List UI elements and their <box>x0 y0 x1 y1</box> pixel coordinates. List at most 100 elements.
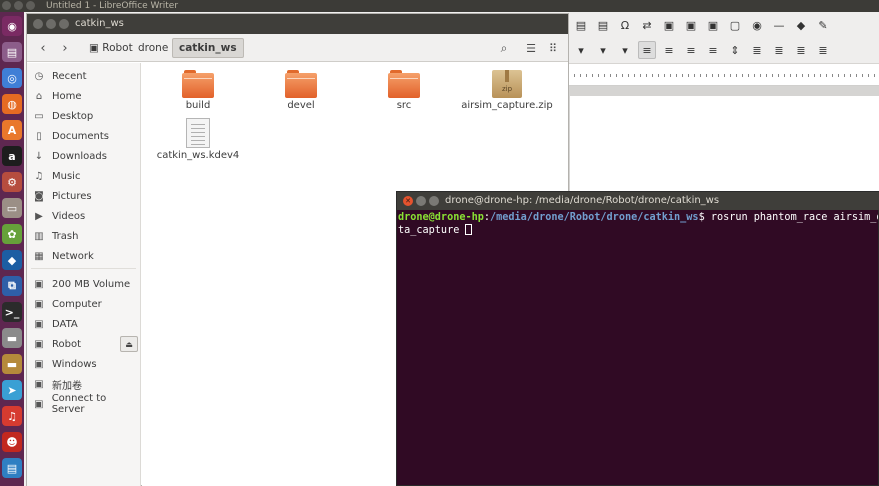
drive-icon: ▣ <box>34 338 44 350</box>
maximize-icon[interactable] <box>26 1 35 10</box>
toolbar-button-icon[interactable]: ▣ <box>704 16 722 34</box>
file-item[interactable]: zip airsim_capture.zip <box>457 70 557 111</box>
sidebar-item[interactable]: ▦ Network <box>27 246 140 266</box>
qq-icon[interactable]: ☻ <box>2 432 22 452</box>
folder-icon <box>388 70 420 98</box>
home-icon: ⌂ <box>35 90 43 102</box>
toolbar-button-icon[interactable]: — <box>770 16 788 34</box>
toolbar-button-icon[interactable]: ≣ <box>770 41 788 59</box>
toolbar-button-icon[interactable]: ≡ <box>682 41 700 59</box>
terminal-icon[interactable]: >_ <box>2 302 22 322</box>
sidebar-item[interactable]: ▣ Windows <box>27 354 140 374</box>
amazon-icon[interactable]: a <box>2 146 22 166</box>
ruler <box>568 64 879 86</box>
settings-icon[interactable]: ⚙ <box>2 172 22 192</box>
netease-music-icon[interactable]: ♫ <box>2 406 22 426</box>
minimize-icon[interactable] <box>416 196 426 206</box>
gimp-icon[interactable]: ✿ <box>2 224 22 244</box>
sidebar-item[interactable]: ▣ Computer <box>27 294 140 314</box>
back-icon[interactable]: ‹ <box>33 38 53 58</box>
sidebar-item[interactable]: ▣ 200 MB Volume <box>27 274 140 294</box>
sidebar-item[interactable]: ◙ Pictures <box>27 186 140 206</box>
drive-usb-icon[interactable]: ▬ <box>2 354 22 374</box>
minimize-icon[interactable] <box>46 19 56 29</box>
dash-icon[interactable]: ◉ <box>2 16 22 36</box>
minimize-icon[interactable] <box>14 1 23 10</box>
sidebar-item[interactable]: ▥ Trash <box>27 226 140 246</box>
sidebar-item[interactable]: ▣ 新加卷 <box>27 374 140 394</box>
toolbar-button-icon[interactable]: ▢ <box>726 16 744 34</box>
folder-icon <box>285 70 317 98</box>
toolbar-button-icon[interactable]: ≡ <box>704 41 722 59</box>
drive-icon[interactable]: ▬ <box>2 328 22 348</box>
document-icon <box>186 118 210 148</box>
files-icon[interactable]: ▤ <box>2 42 22 62</box>
file-item[interactable]: catkin_ws.kdev4 <box>148 118 248 161</box>
sidebar-item-label: Trash <box>52 230 79 242</box>
breadcrumb-robot[interactable]: ▣ Robot <box>83 38 139 58</box>
top-panel-title: Untitled 1 - LibreOffice Writer <box>46 1 179 11</box>
maximize-icon[interactable] <box>429 196 439 206</box>
terminal-output[interactable]: drone@drone-hp:/media/drone/Robot/drone/… <box>398 211 878 237</box>
terminal-window: ✕ drone@drone-hp: /media/drone/Robot/dro… <box>396 191 879 486</box>
sidebar-item-label: Computer <box>52 298 102 310</box>
close-icon[interactable]: ✕ <box>403 196 413 206</box>
eject-icon[interactable]: ⏏ <box>120 336 138 352</box>
breadcrumb-catkin-ws[interactable]: catkin_ws <box>172 38 244 58</box>
list-view-icon[interactable]: ☰ <box>521 38 541 58</box>
sidebar-item[interactable]: ▣ DATA <box>27 314 140 334</box>
toolbar-button-icon[interactable]: ▣ <box>682 16 700 34</box>
toolbar-button-icon[interactable]: ▣ <box>660 16 678 34</box>
toolbar-button-icon[interactable]: ▾ <box>616 41 634 59</box>
close-icon[interactable] <box>33 19 43 29</box>
sidebar-item[interactable]: ♫ Music <box>27 166 140 186</box>
forward-icon[interactable]: › <box>55 38 75 58</box>
search-icon[interactable]: ⌕ <box>494 38 514 58</box>
desktop-icon: ▭ <box>34 110 44 122</box>
file-item[interactable]: build <box>148 70 248 111</box>
toolbar-button-icon[interactable]: ▾ <box>572 41 590 59</box>
toolbar-button-icon[interactable]: Ω <box>616 16 634 34</box>
disk-icon[interactable]: ▭ <box>2 198 22 218</box>
toolbar-button-icon[interactable]: ≣ <box>814 41 832 59</box>
toolbar-button-icon[interactable]: ◆ <box>792 16 810 34</box>
toolbar-button-icon[interactable]: ≣ <box>748 41 766 59</box>
sidebar-item[interactable]: ◷ Recent <box>27 66 140 86</box>
toolbar-button-icon[interactable]: ⇕ <box>726 41 744 59</box>
close-icon[interactable] <box>2 1 11 10</box>
archive-icon: zip <box>492 70 522 98</box>
toolbar-button-icon[interactable]: ◉ <box>748 16 766 34</box>
sidebar: ◷ Recent ⌂ Home ▭ Desktop ▯ Documents ↓ Downloads… <box>27 63 141 486</box>
toolbar-button-icon[interactable]: ≣ <box>792 41 810 59</box>
telegram-icon[interactable]: ➤ <box>2 380 22 400</box>
toolbar-button-icon[interactable]: ▤ <box>594 16 612 34</box>
sidebar-item[interactable]: ⌂ Home <box>27 86 140 106</box>
firefox-icon[interactable]: ◍ <box>2 94 22 114</box>
sidebar-item[interactable]: ▶ Videos <box>27 206 140 226</box>
qtcreator-icon[interactable]: ◆ <box>2 250 22 270</box>
grid-view-icon[interactable]: ⠿ <box>543 38 563 58</box>
sidebar-item-label: Network <box>52 250 94 262</box>
command-text: rosrun phantom_race airsim_da <box>704 212 878 223</box>
sidebar-item[interactable]: ↓ Downloads <box>27 146 140 166</box>
maximize-icon[interactable] <box>59 19 69 29</box>
chromium-icon[interactable]: ◎ <box>2 68 22 88</box>
sidebar-item[interactable]: ▣ Connect to Server <box>27 393 140 415</box>
toolbar-button-icon[interactable]: ≡ <box>660 41 678 59</box>
toolbar-button-icon[interactable]: ≡ <box>638 41 656 59</box>
software-center-icon[interactable]: A <box>2 120 22 140</box>
file-item[interactable]: src <box>354 70 454 111</box>
toolbar-button-icon[interactable]: ▤ <box>572 16 590 34</box>
file-item[interactable]: devel <box>251 70 351 111</box>
breadcrumb-drone[interactable]: drone <box>132 38 174 58</box>
toolbar-button-icon[interactable]: ⇄ <box>638 16 656 34</box>
sidebar-item-label: Home <box>52 90 82 102</box>
sidebar-item[interactable]: ▯ Documents <box>27 126 140 146</box>
toolbar-button-icon[interactable]: ✎ <box>814 16 832 34</box>
drive-icon: ▣ <box>89 42 103 54</box>
sidebar-item[interactable]: ▭ Desktop <box>27 106 140 126</box>
toolbar-button-icon[interactable]: ▾ <box>594 41 612 59</box>
vscode-icon[interactable]: ⧉ <box>2 276 22 296</box>
writer-icon[interactable]: ▤ <box>2 458 22 478</box>
sidebar-item-label: Connect to Server <box>51 393 107 415</box>
